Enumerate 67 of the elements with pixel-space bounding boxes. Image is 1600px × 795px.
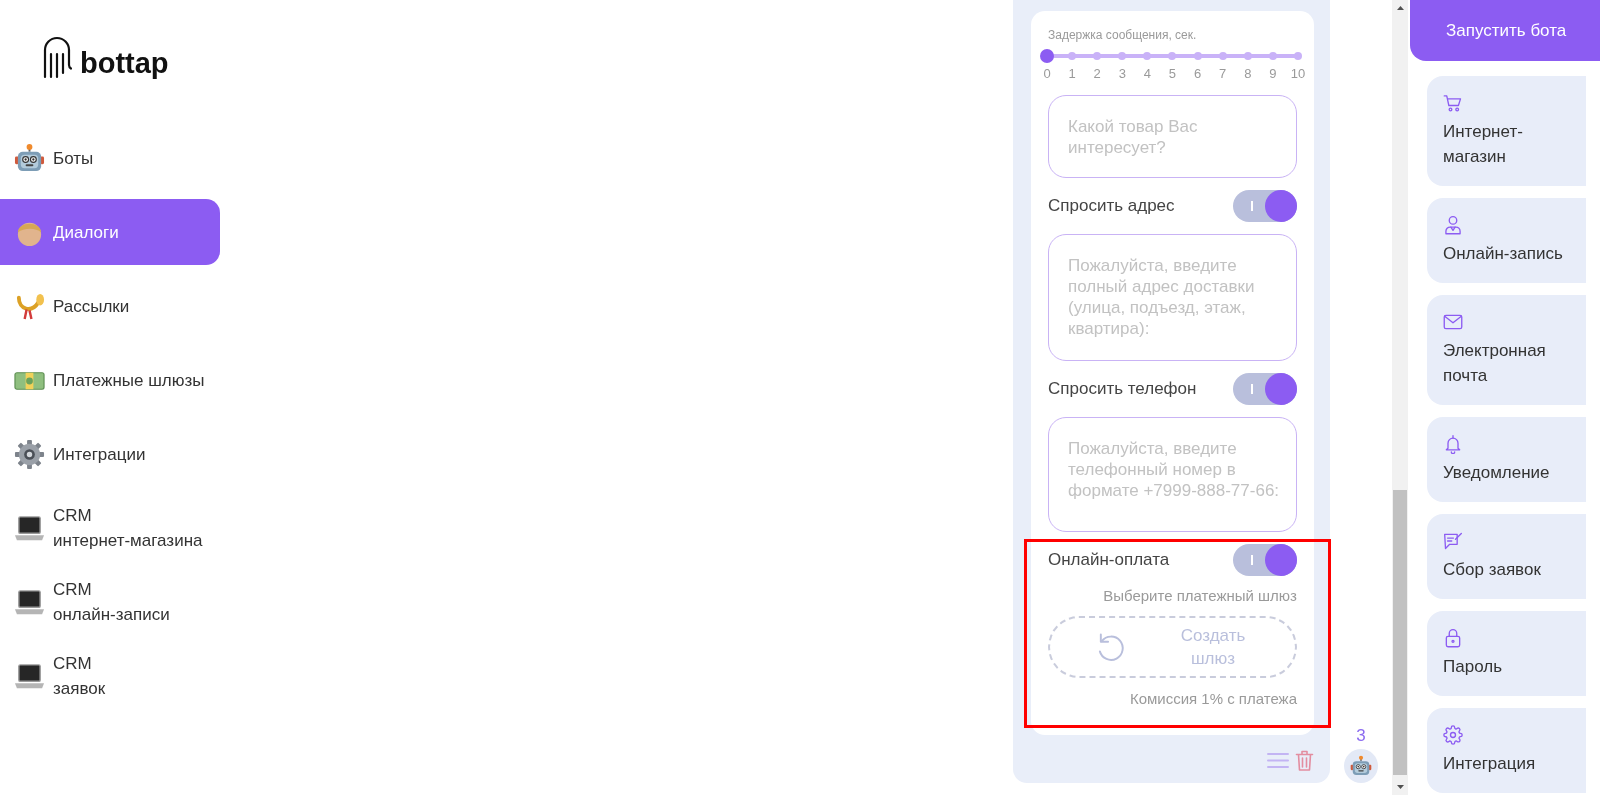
nav-item[interactable]: Платежные шлюзы — [0, 347, 220, 413]
nav-item[interactable]: Диалоги — [0, 199, 220, 265]
nav-item[interactable]: Боты — [0, 125, 220, 191]
bell-icon — [1443, 434, 1463, 454]
robot-avatar-icon[interactable] — [1344, 749, 1378, 783]
tick-dot-icon — [1118, 52, 1127, 60]
settings-icon — [1443, 725, 1463, 745]
launch-bot-button[interactable]: Запустить бота — [1410, 0, 1600, 61]
slider-thumb[interactable] — [1040, 49, 1054, 63]
tick-dot-icon — [1193, 52, 1202, 60]
toggle-label: Спросить адрес — [1048, 196, 1175, 216]
gear-icon — [14, 438, 45, 470]
nav-item[interactable]: CRM интернет-магазина — [0, 495, 220, 561]
text-area-field[interactable]: Пожалуйста, введите телефонный номер в формате +7999-888-77-66: — [1048, 417, 1297, 532]
block-card[interactable]: Сбор заявок — [1427, 514, 1586, 599]
tick-label: 4 — [1142, 66, 1152, 82]
nav-item[interactable]: CRM онлайн-записи — [0, 569, 220, 635]
tick-dot-icon — [1168, 52, 1177, 60]
toggle-label: Онлайн-оплата — [1048, 550, 1170, 570]
nav-item[interactable]: Интеграции — [0, 421, 220, 487]
block-card[interactable]: Интеграция — [1427, 708, 1586, 793]
tick-dot-icon — [1218, 52, 1227, 60]
tick-label: 10 — [1289, 66, 1307, 82]
tick-dot-icon — [1143, 52, 1152, 60]
tick-label: 5 — [1167, 66, 1178, 82]
tick-dot-icon — [1293, 52, 1302, 60]
tick-label: 9 — [1268, 66, 1278, 82]
nav-item[interactable]: CRM заявок — [0, 643, 220, 709]
bot-count: 3 — [1356, 726, 1366, 746]
octopus-icon — [42, 35, 72, 79]
toggle-label: Спросить телефон — [1048, 379, 1197, 399]
tick-label: 3 — [1117, 66, 1127, 82]
block-card[interactable]: Онлайн-запись — [1427, 198, 1586, 283]
tick-label: 1 — [1067, 66, 1077, 82]
tick-label: 6 — [1192, 66, 1203, 82]
scrollbar-thumb[interactable] — [1393, 490, 1407, 775]
logo-text: bottap — [80, 48, 169, 78]
block-card[interactable]: Интернет-магазин — [1427, 76, 1586, 186]
block-card[interactable]: Пароль — [1427, 611, 1586, 696]
tick-dot-icon — [1243, 52, 1252, 60]
cart-icon — [1443, 93, 1463, 113]
lock-icon — [1443, 628, 1463, 648]
tick-dot-icon — [1268, 52, 1277, 60]
note-pen-icon — [1443, 531, 1463, 551]
envelope-icon — [1443, 312, 1463, 332]
block-card[interactable]: Уведомление — [1427, 417, 1586, 502]
person-icon — [1443, 215, 1463, 235]
tick-label: 0 — [1042, 66, 1052, 82]
robot-icon — [14, 142, 45, 174]
arrow-up-icon[interactable] — [1396, 6, 1404, 10]
slider-label: Задержка сообщения, сек. — [1048, 27, 1197, 43]
text-area-field[interactable]: Какой товар Вас интересует? — [1048, 95, 1297, 178]
tick-dot-icon — [1093, 52, 1102, 60]
toggle-switch[interactable] — [1233, 373, 1297, 405]
arrow-down-icon[interactable] — [1396, 785, 1404, 789]
gateway-hint: Выберите платежный шлюз — [1103, 586, 1297, 606]
toggle-switch[interactable] — [1233, 190, 1297, 222]
nav-item[interactable]: Рассылки — [0, 273, 220, 339]
tick-label: 7 — [1218, 66, 1228, 82]
tick-label: 8 — [1243, 66, 1253, 82]
tick-label: 2 — [1092, 66, 1102, 82]
commission-note: Комиссия 1% с платежа — [1129, 689, 1297, 709]
tick-dot-icon — [1068, 52, 1077, 60]
block-card[interactable]: Электронная почта — [1427, 295, 1586, 405]
text-area-field[interactable]: Пожалуйста, введите полный адрес доставки (улица, подъезд, этаж, квартира): — [1048, 234, 1297, 361]
scrollbar[interactable] — [1392, 0, 1408, 795]
toggle-switch[interactable] — [1233, 544, 1297, 576]
